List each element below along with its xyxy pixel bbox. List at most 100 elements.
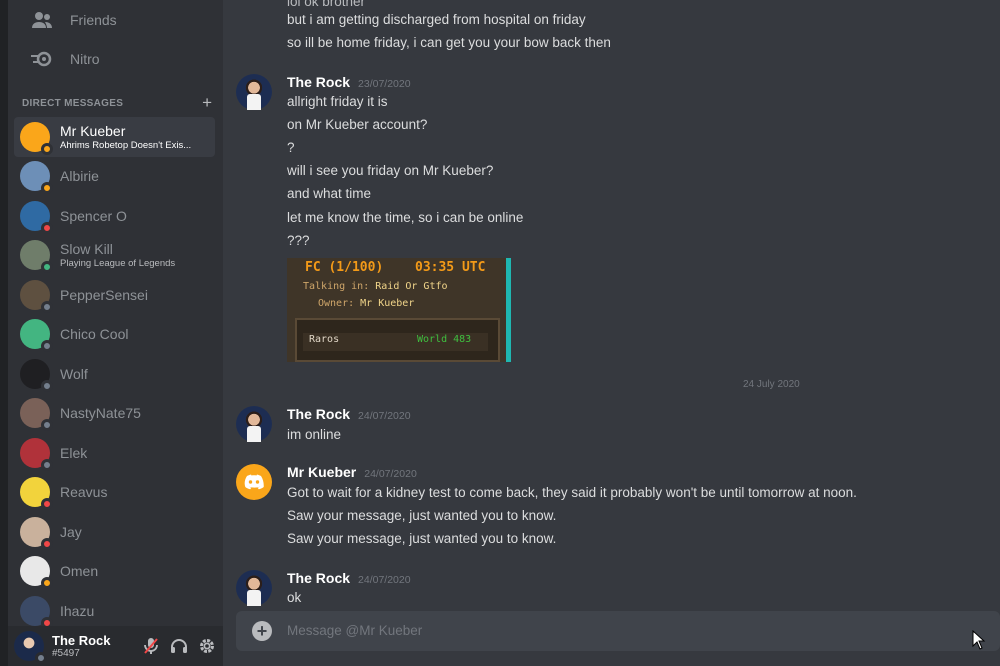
- user-avatar[interactable]: [14, 631, 47, 664]
- dm-avatar: [20, 516, 53, 550]
- message-header: Mr Kueber 24/07/2020: [287, 464, 417, 480]
- dm-avatar: [20, 477, 53, 511]
- message-timestamp: 24/07/2020: [364, 468, 417, 480]
- friends-icon: [30, 8, 54, 32]
- dm-name: Chico Cool: [60, 326, 129, 343]
- settings-gear-icon[interactable]: [197, 636, 217, 656]
- status-dot: [41, 182, 53, 195]
- message-line: Got to wait for a kidney test to come ba…: [287, 485, 857, 500]
- dm-name: NastyNate75: [60, 405, 141, 422]
- dm-item[interactable]: PepperSensei: [14, 275, 215, 315]
- user-panel: The Rock #5497: [8, 626, 223, 666]
- avatar[interactable]: [236, 570, 272, 606]
- plus-icon[interactable]: +: [202, 94, 212, 111]
- image-fc-text: FC (1/100): [305, 260, 384, 275]
- add-attachment-icon[interactable]: +: [252, 621, 272, 641]
- dm-header: DIRECT MESSAGES +: [22, 94, 212, 111]
- dm-name: Mr Kueber: [60, 122, 126, 139]
- message-timestamp: 24/07/2020: [358, 410, 411, 422]
- status-dot: [41, 261, 53, 274]
- message-author[interactable]: Mr Kueber: [287, 464, 356, 480]
- status-dot: [41, 379, 53, 392]
- dm-item[interactable]: Mr Kueber Ahrims Robetop Doesn't Exis...: [14, 117, 215, 157]
- status-dot: [41, 537, 53, 550]
- dm-name: Albirie: [60, 168, 99, 185]
- avatar[interactable]: [236, 74, 272, 110]
- user-tag: #5497: [52, 648, 80, 659]
- dm-name: Spencer O: [60, 207, 127, 224]
- message-composer[interactable]: + Message @Mr Kueber: [236, 611, 1000, 651]
- dm-item[interactable]: Wolf: [14, 354, 215, 394]
- message-line: and what time: [287, 186, 372, 201]
- status-dot: [41, 419, 53, 432]
- message-input[interactable]: Message @Mr Kueber: [287, 623, 422, 638]
- nav-friends-label: Friends: [70, 12, 117, 28]
- dm-name: PepperSensei: [60, 286, 148, 303]
- dm-item[interactable]: Spencer O: [14, 196, 215, 236]
- dm-item[interactable]: Reavus: [14, 473, 215, 513]
- dm-avatar: [20, 319, 53, 353]
- avatar[interactable]: [236, 464, 272, 500]
- user-name: The Rock: [52, 633, 111, 648]
- dm-item[interactable]: Albirie: [14, 157, 215, 197]
- dm-name: Slow Kill: [60, 241, 113, 258]
- message-timestamp: 23/07/2020: [358, 78, 411, 90]
- dm-name: Jay: [60, 523, 82, 540]
- dm-avatar: [20, 398, 53, 432]
- image-player-world: World 483: [417, 334, 472, 345]
- dm-list: Mr Kueber Ahrims Robetop Doesn't Exis... A…: [14, 117, 215, 631]
- discord-logo-icon: [244, 474, 264, 490]
- date-divider: 24 July 2020: [239, 379, 984, 390]
- message-line: let me know the time, so i can be online: [287, 210, 524, 225]
- message-line: im online: [287, 427, 342, 442]
- dm-avatar: [20, 161, 53, 195]
- status-dot: [41, 142, 53, 155]
- headphones-icon[interactable]: [169, 636, 189, 656]
- message-line: but i am getting discharged from hospita…: [287, 12, 586, 27]
- message-line: Saw your message, just wanted you to kno…: [287, 531, 557, 546]
- dm-status-text: Playing League of Legends: [60, 258, 176, 270]
- dm-avatar: [20, 279, 53, 313]
- message-author[interactable]: The Rock: [287, 74, 350, 90]
- message-line: on Mr Kueber account?: [287, 117, 428, 132]
- dm-header-title: DIRECT MESSAGES: [22, 97, 124, 109]
- message-author[interactable]: The Rock: [287, 406, 350, 422]
- message-header: The Rock 23/07/2020: [287, 74, 411, 90]
- attached-image[interactable]: FC (1/100) 03:35 UTC Talking in: Raid Or…: [287, 258, 511, 362]
- message-author[interactable]: The Rock: [287, 570, 350, 586]
- dm-item[interactable]: Omen: [14, 552, 215, 592]
- dm-item[interactable]: Chico Cool: [14, 315, 215, 355]
- status-dot: [41, 498, 53, 511]
- dm-avatar: [20, 200, 53, 234]
- dm-sidebar: Friends Nitro DIRECT MESSAGES + Mr Kuebe…: [8, 0, 223, 666]
- message-line: ???: [287, 233, 310, 248]
- dm-avatar: [20, 240, 53, 274]
- message-line-cropped: lol ok brother: [287, 0, 366, 9]
- nav-friends[interactable]: Friends: [16, 1, 216, 39]
- message-timestamp: 24/07/2020: [358, 574, 411, 586]
- status-dot: [41, 458, 53, 471]
- image-time-text: 03:35 UTC: [415, 260, 486, 275]
- mute-mic-icon[interactable]: [141, 636, 161, 656]
- status-dot: [41, 340, 53, 353]
- dm-name: Elek: [60, 444, 88, 461]
- dm-item[interactable]: NastyNate75: [14, 394, 215, 434]
- status-dot: [41, 577, 53, 590]
- avatar[interactable]: [236, 406, 272, 442]
- dm-item[interactable]: Elek: [14, 433, 215, 473]
- dm-item[interactable]: Slow Kill Playing League of Legends: [14, 236, 215, 276]
- nav-nitro[interactable]: Nitro: [16, 40, 216, 78]
- message-line: ok: [287, 590, 302, 605]
- dm-name: Wolf: [60, 365, 88, 382]
- dm-avatar: [20, 437, 53, 471]
- image-player-name: Raros: [309, 334, 340, 345]
- dm-item[interactable]: Ihazu: [14, 591, 215, 631]
- date-divider-label: 24 July 2020: [737, 379, 806, 390]
- message-line: so ill be home friday, i can get you you…: [287, 35, 611, 50]
- dm-item[interactable]: Jay: [14, 512, 215, 552]
- message-line: Saw your message, just wanted you to kno…: [287, 508, 557, 523]
- message-header: The Rock 24/07/2020: [287, 406, 411, 422]
- dm-avatar: [20, 358, 53, 392]
- status-dot: [41, 221, 53, 234]
- user-status-dot: [35, 652, 47, 664]
